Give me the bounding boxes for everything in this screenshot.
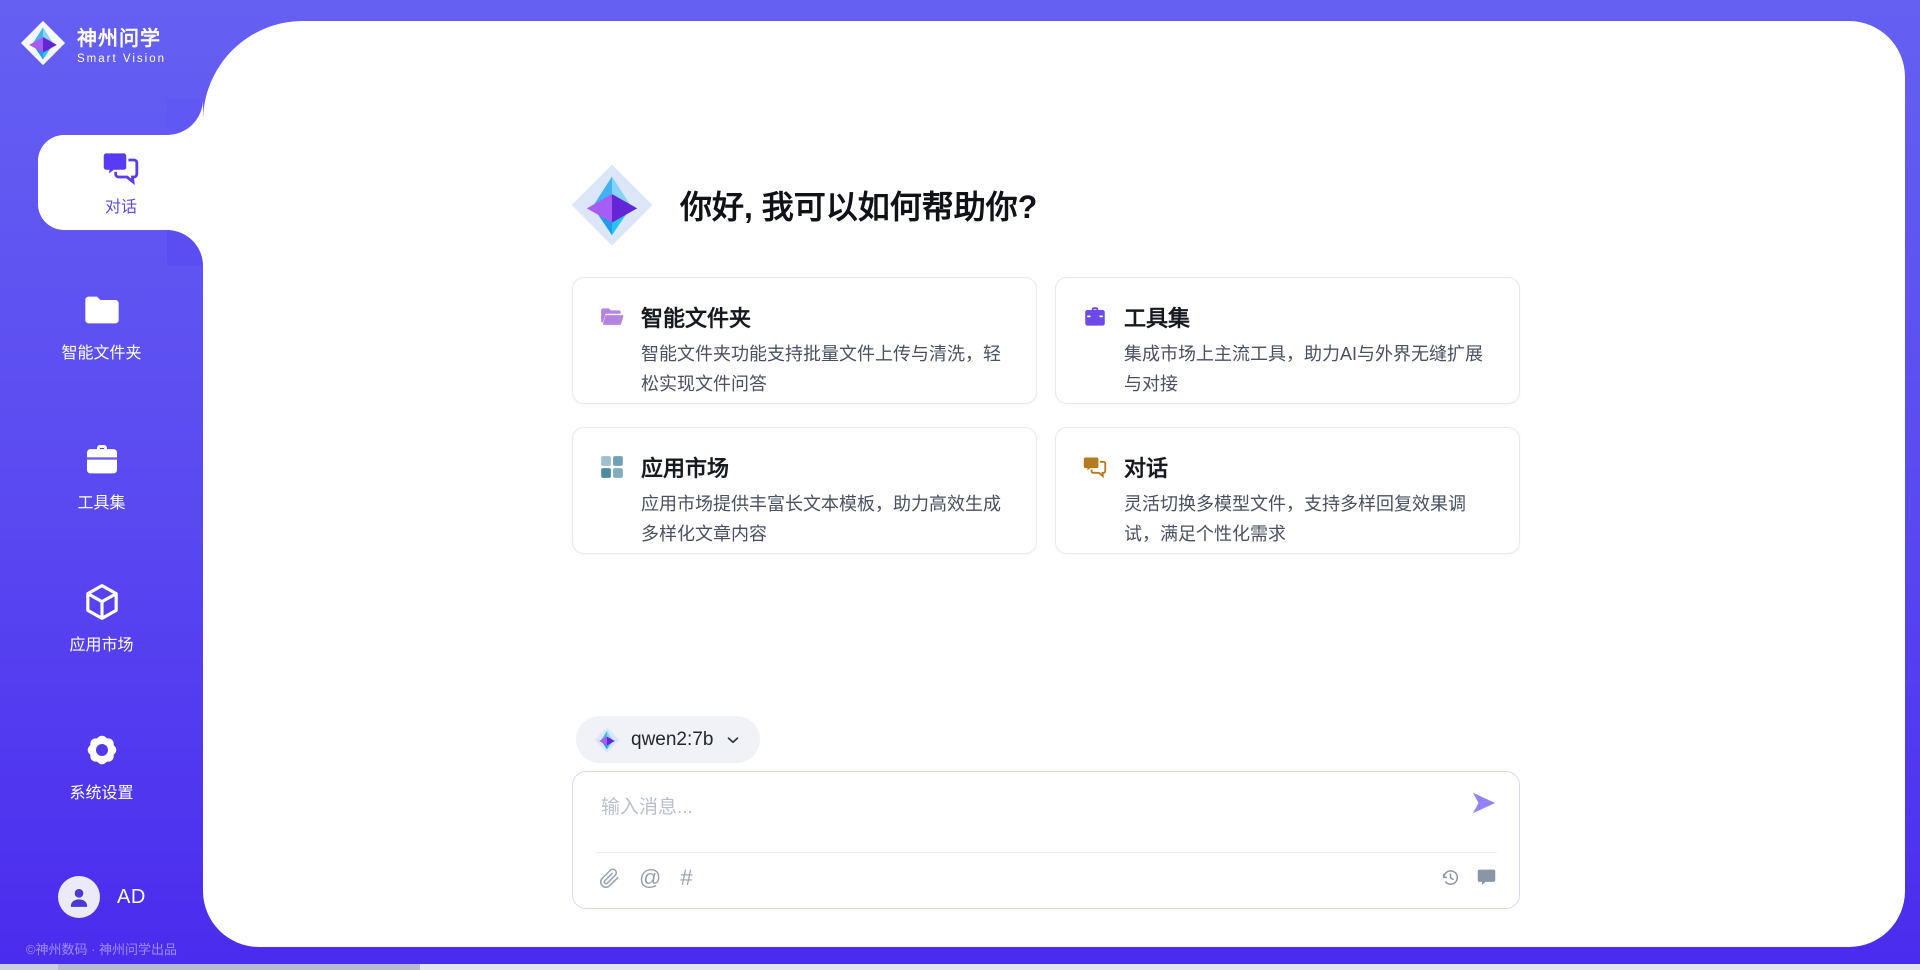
history-icon bbox=[1440, 867, 1461, 888]
card-title: 智能文件夹 bbox=[641, 301, 751, 333]
chat-icon bbox=[1082, 454, 1108, 480]
history-button[interactable] bbox=[1440, 867, 1461, 888]
folder-open-icon bbox=[599, 304, 625, 330]
briefcase-icon bbox=[1082, 304, 1108, 330]
topic-button[interactable]: # bbox=[680, 866, 692, 890]
sidebar-item-label: 工具集 bbox=[77, 489, 125, 513]
tab-fillet-bottom bbox=[167, 230, 203, 266]
send-icon bbox=[1470, 789, 1498, 817]
model-logo-icon bbox=[594, 727, 620, 753]
card-description: 智能文件夹功能支持批量文件上传与清洗，轻松实现文件问答 bbox=[641, 339, 1016, 399]
card-title: 对话 bbox=[1124, 451, 1168, 483]
speech-bubble-icon bbox=[1476, 867, 1497, 888]
card-smart-folder[interactable]: 智能文件夹 智能文件夹功能支持批量文件上传与清洗，轻松实现文件问答 bbox=[572, 277, 1037, 404]
sidebar-item-toolset[interactable]: 工具集 bbox=[0, 440, 203, 513]
scrollbar-corner bbox=[0, 964, 58, 970]
avatar bbox=[58, 876, 100, 918]
sidebar-item-label: 智能文件夹 bbox=[61, 339, 141, 363]
model-name: qwen2:7b bbox=[631, 729, 713, 751]
send-button[interactable] bbox=[1469, 789, 1499, 819]
scrollbar-thumb[interactable] bbox=[58, 964, 420, 970]
sidebar: 神州问学 Smart Vision 对话 智能文件夹 bbox=[0, 0, 203, 970]
sidebar-item-chat[interactable]: 对话 bbox=[38, 135, 204, 230]
model-selector[interactable]: qwen2:7b bbox=[576, 716, 760, 763]
app-window: 神州问学 Smart Vision 对话 智能文件夹 bbox=[0, 0, 1920, 970]
sidebar-item-settings[interactable]: 系统设置 bbox=[0, 730, 203, 803]
card-header: 智能文件夹 bbox=[599, 301, 1016, 333]
card-title: 应用市场 bbox=[641, 451, 729, 483]
sidebar-item-label: 应用市场 bbox=[69, 631, 133, 655]
card-title: 工具集 bbox=[1124, 301, 1190, 333]
person-icon bbox=[66, 884, 92, 910]
card-description: 灵活切换多模型文件，支持多样回复效果调试，满足个性化需求 bbox=[1124, 489, 1499, 549]
composer-tools-left: @ # bbox=[599, 866, 693, 890]
paperclip-icon bbox=[599, 868, 620, 889]
package-icon bbox=[82, 582, 122, 622]
chat-icon bbox=[101, 148, 141, 188]
message-composer: @ # bbox=[572, 771, 1520, 909]
user-name: AD bbox=[117, 886, 146, 909]
mention-button[interactable]: @ bbox=[639, 866, 661, 890]
folder-icon bbox=[82, 290, 122, 330]
composer-divider bbox=[595, 852, 1497, 853]
sidebar-item-label: 对话 bbox=[105, 193, 137, 217]
card-header: 工具集 bbox=[1082, 301, 1499, 333]
brand-logo-icon bbox=[20, 20, 66, 66]
grid-icon bbox=[599, 454, 625, 480]
sidebar-item-label: 系统设置 bbox=[69, 779, 133, 803]
user-profile[interactable]: AD bbox=[58, 876, 146, 918]
sidebar-item-smart-folder[interactable]: 智能文件夹 bbox=[0, 290, 203, 363]
message-input[interactable] bbox=[599, 790, 1443, 848]
card-header: 对话 bbox=[1082, 451, 1499, 483]
gear-icon bbox=[82, 730, 122, 770]
tab-fillet-top bbox=[167, 99, 203, 135]
new-chat-button[interactable] bbox=[1476, 867, 1497, 888]
brand-name: 神州问学 bbox=[77, 22, 166, 51]
briefcase-icon bbox=[82, 440, 122, 480]
card-description: 集成市场上主流工具，助力AI与外界无缝扩展与对接 bbox=[1124, 339, 1499, 399]
attach-file-button[interactable] bbox=[599, 868, 620, 889]
card-description: 应用市场提供丰富长文本模板，助力高效生成多样化文章内容 bbox=[641, 489, 1016, 549]
copyright-footer: ©神州数码 · 神州问学出品 bbox=[0, 939, 203, 958]
assistant-logo-icon bbox=[570, 163, 654, 247]
card-chat[interactable]: 对话 灵活切换多模型文件，支持多样回复效果调试，满足个性化需求 bbox=[1055, 427, 1520, 554]
chevron-down-icon bbox=[724, 731, 742, 749]
horizontal-scrollbar[interactable] bbox=[0, 964, 1920, 970]
greeting-text: 你好, 我可以如何帮助你? bbox=[680, 182, 1037, 228]
card-header: 应用市场 bbox=[599, 451, 1016, 483]
feature-cards: 智能文件夹 智能文件夹功能支持批量文件上传与清洗，轻松实现文件问答 工具集 集成… bbox=[572, 277, 1520, 554]
sidebar-item-app-market[interactable]: 应用市场 bbox=[0, 582, 203, 655]
brand-text: 神州问学 Smart Vision bbox=[77, 22, 166, 65]
card-toolset[interactable]: 工具集 集成市场上主流工具，助力AI与外界无缝扩展与对接 bbox=[1055, 277, 1520, 404]
brand: 神州问学 Smart Vision bbox=[20, 20, 166, 66]
greeting: 你好, 我可以如何帮助你? bbox=[570, 163, 1037, 247]
composer-tools-right bbox=[1440, 867, 1497, 888]
brand-subtitle: Smart Vision bbox=[77, 53, 166, 65]
card-app-market[interactable]: 应用市场 应用市场提供丰富长文本模板，助力高效生成多样化文章内容 bbox=[572, 427, 1037, 554]
